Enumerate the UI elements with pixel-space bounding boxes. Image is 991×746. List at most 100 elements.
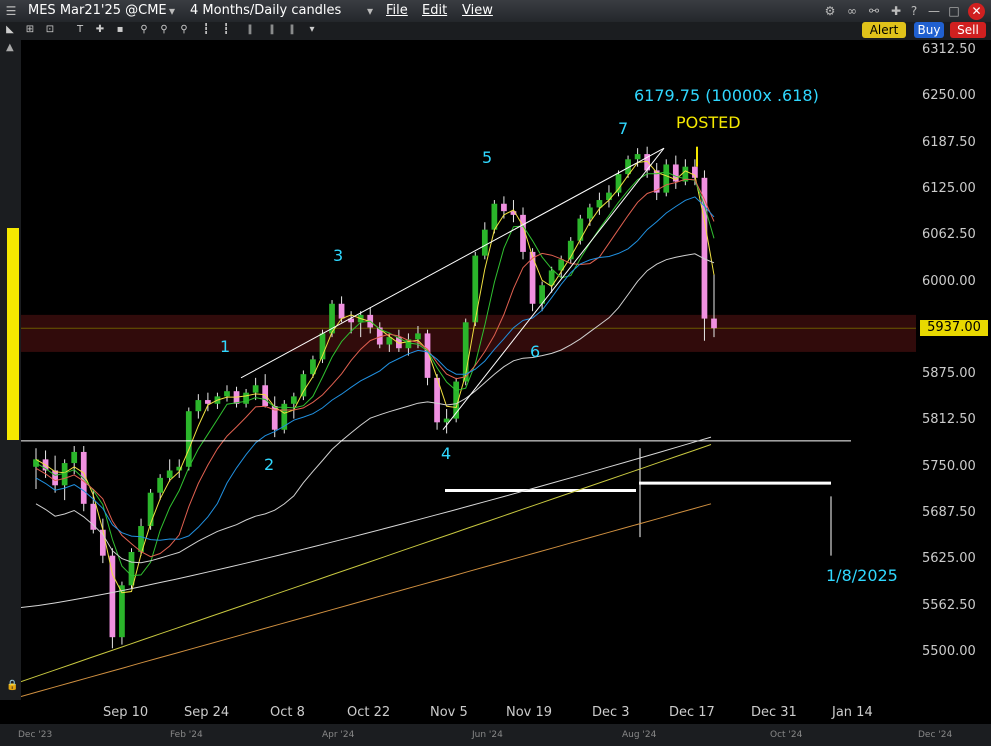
close-icon[interactable]: ✕ — [968, 3, 985, 20]
lock-icon[interactable]: 🔒 — [6, 680, 18, 691]
date-tick-label: Sep 10 — [103, 705, 149, 720]
settings-icon[interactable]: ⚙ — [822, 3, 838, 19]
link-icon[interactable]: ∞ — [844, 3, 860, 19]
pan-icon[interactable]: ⚲ — [178, 24, 190, 36]
title-bar: ☰ MES Mar21'25 @CME ▾ 4 Months/Daily can… — [0, 0, 991, 23]
ma-line-white — [35, 253, 715, 564]
candle-body — [663, 164, 670, 193]
scroll-up-icon[interactable]: ▲ — [6, 42, 14, 53]
buy-button[interactable]: Buy — [914, 22, 944, 38]
price-tick-label: 5687.50 — [922, 505, 976, 521]
help-icon[interactable]: ? — [906, 3, 922, 19]
date-tick-label: Dec 17 — [669, 705, 715, 720]
candle-body — [481, 229, 488, 256]
candle-body — [501, 203, 507, 212]
candle-body — [52, 470, 58, 486]
cursor-icon[interactable]: ⊞ — [24, 24, 36, 36]
symbol-selector[interactable]: MES Mar21'25 @CME — [28, 3, 167, 18]
candle-body — [109, 555, 116, 638]
long-ma-olive — [20, 444, 712, 683]
price-tick-label: 5562.50 — [922, 597, 976, 613]
zoom-in-icon[interactable]: ⚲ — [138, 24, 150, 36]
date-tick-label: Oct 8 — [270, 705, 305, 720]
minimize-icon[interactable]: — — [926, 3, 942, 19]
measure-icon[interactable]: ▪ — [114, 24, 126, 36]
scroll-date-label: Jun '24 — [472, 730, 503, 740]
candle-body — [300, 374, 307, 397]
date-annotation: 1/8/2025 — [826, 566, 898, 585]
app-menu-icon[interactable]: ☰ — [3, 3, 19, 19]
bars-icon[interactable]: ┇ — [200, 24, 212, 36]
ma-line-yellow — [35, 160, 715, 594]
candle-body — [71, 451, 78, 464]
wave-label-2: 2 — [264, 455, 275, 474]
candle-body — [606, 192, 612, 201]
zoom-out-icon[interactable]: ⚲ — [158, 24, 170, 36]
price-tick-label: 5750.00 — [922, 458, 976, 474]
draw-tool-icon[interactable]: ◣ — [4, 24, 16, 36]
wave-label-1: 1 — [220, 337, 231, 356]
candle-body — [90, 503, 97, 530]
scroll-thumb[interactable] — [7, 228, 19, 440]
candle-body — [615, 174, 622, 193]
fit-icon[interactable]: ‖ — [286, 24, 298, 36]
candle-body — [224, 391, 230, 397]
pin-icon[interactable]: ✚ — [888, 3, 904, 19]
zoom-icon[interactable]: ⊡ — [44, 24, 56, 36]
price-tick-label: 6062.50 — [922, 227, 976, 243]
wave-label-7: 7 — [618, 119, 629, 138]
chart-toolbar: ◣ ⊞ ⊡ T ✚ ▪ ⚲ ⚲ ⚲ ┇ ┇ ‖ ‖ ‖ ▾ — [0, 22, 991, 41]
candle-body — [290, 396, 297, 404]
scroll-date-label: Feb '24 — [170, 730, 203, 740]
price-tick-label: 6312.50 — [922, 42, 976, 57]
timeframe-selector[interactable]: 4 Months/Daily candles — [190, 3, 341, 18]
menu-edit[interactable]: Edit — [422, 3, 447, 18]
chevron-down-icon[interactable]: ▾ — [362, 3, 378, 19]
price-tick-label: 5812.50 — [922, 412, 976, 428]
price-tick-label: 6125.00 — [922, 180, 976, 196]
price-tick-label: 5875.00 — [922, 366, 976, 382]
link-icon[interactable]: ⚯ — [866, 3, 882, 19]
ma-line-red — [35, 178, 715, 558]
scroll-date-label: Apr '24 — [322, 730, 355, 740]
target-annotation: 6179.75 (10000x .618) — [634, 86, 819, 105]
wave-label-4: 4 — [441, 444, 452, 463]
expand-icon[interactable]: ‖ — [266, 24, 278, 36]
scroll-date-label: Dec '24 — [918, 730, 953, 740]
date-tick-label: Sep 24 — [184, 705, 230, 720]
candle-body — [147, 492, 154, 527]
bars-icon[interactable]: ┇ — [220, 24, 232, 36]
scroll-date-label: Aug '24 — [622, 730, 657, 740]
candle-body — [185, 411, 192, 467]
price-tick-label: 6250.00 — [922, 88, 976, 104]
menu-file[interactable]: File — [386, 3, 408, 18]
menu-view[interactable]: View — [462, 3, 493, 18]
last-price-label: 5937.00 — [920, 320, 988, 336]
date-tick-label: Nov 19 — [506, 705, 553, 720]
sell-button[interactable]: Sell — [950, 22, 986, 38]
candle-body — [415, 333, 421, 340]
chart-plot[interactable] — [20, 40, 916, 700]
candle-body — [195, 400, 202, 412]
maximize-icon[interactable]: □ — [946, 3, 962, 19]
alert-button[interactable]: Alert — [862, 22, 906, 38]
candle-body — [338, 303, 345, 319]
candle-body — [157, 477, 164, 493]
candle-body — [634, 154, 641, 160]
text-tool-icon[interactable]: T — [74, 24, 86, 36]
more-icon[interactable]: ▾ — [306, 24, 318, 36]
compress-icon[interactable]: ‖ — [244, 24, 256, 36]
candle-body — [128, 551, 135, 586]
candle-body — [243, 392, 249, 404]
date-tick-label: Dec 31 — [751, 705, 797, 720]
wave-label-5: 5 — [482, 148, 493, 167]
chevron-down-icon[interactable]: ▾ — [164, 3, 180, 19]
price-tick-label: 5500.00 — [922, 644, 976, 659]
candle-body — [252, 385, 259, 393]
ma-line-blue — [35, 196, 715, 541]
candle-body — [711, 318, 717, 329]
candle-body — [166, 470, 173, 478]
price-tick-label: 6187.50 — [922, 134, 976, 150]
date-tick-label: Jan 14 — [832, 705, 873, 720]
crosshair-icon[interactable]: ✚ — [94, 24, 106, 36]
